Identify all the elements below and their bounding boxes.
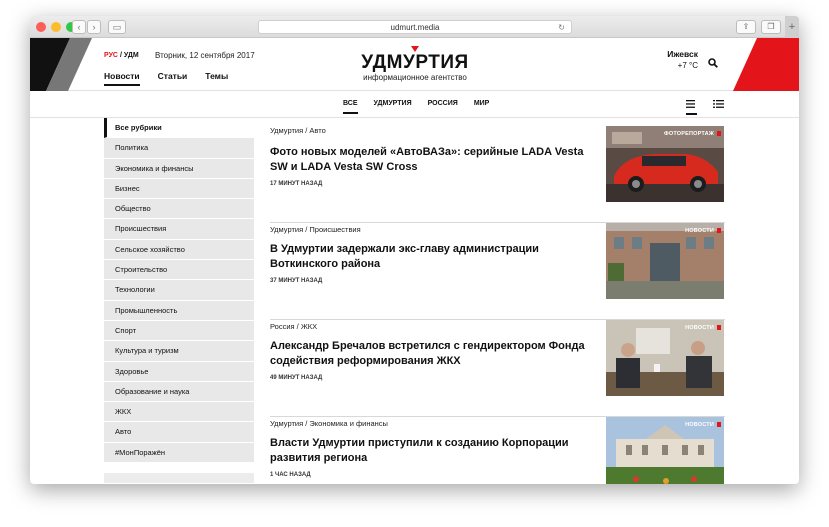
- weather-temperature: +7 °С: [677, 61, 698, 70]
- news-image[interactable]: ФОТОРЕПОРТАЖ: [606, 126, 724, 202]
- news-time: 17 МИНУТ НАЗАД: [270, 181, 323, 187]
- news-category[interactable]: Удмуртия / Происшествия: [270, 225, 361, 234]
- sidebar-widget-placeholder: [104, 473, 254, 484]
- badge-marker-icon: [717, 422, 721, 427]
- sidebar-item-economy[interactable]: Экономика и финансы: [104, 158, 254, 179]
- browser-toolbar: ‹ › ▭ udmurt.media ↻ ⇪ ❐ +: [30, 16, 799, 38]
- header-nav: Новости Статьи Темы: [104, 71, 228, 86]
- car-photo: [606, 126, 724, 202]
- region-tabs: ВСЕ УДМУРТИЯ РОССИЯ МИР: [343, 100, 489, 114]
- news-time: 1 ЧАС НАЗАД: [270, 472, 311, 478]
- news-card[interactable]: Удмуртия / Авто Фото новых моделей «Авто…: [270, 126, 725, 223]
- news-image[interactable]: НОВОСТИ: [606, 320, 724, 396]
- tab-world[interactable]: МИР: [474, 100, 490, 114]
- tab-all[interactable]: ВСЕ: [343, 100, 358, 114]
- news-title[interactable]: В Удмуртии задержали экс-главу администр…: [270, 242, 596, 272]
- chevron-right-icon: ›: [92, 22, 96, 32]
- sidebar-item-agriculture[interactable]: Сельское хозяйство: [104, 239, 254, 261]
- header-decoration-left: [30, 38, 92, 91]
- news-time: 49 МИНУТ НАЗАД: [270, 375, 323, 381]
- detailed-view-icon[interactable]: [713, 100, 724, 108]
- nav-topics[interactable]: Темы: [205, 71, 228, 86]
- image-badge: НОВОСТИ: [685, 422, 714, 428]
- news-title[interactable]: Александр Бречалов встретился с гендирек…: [270, 339, 596, 369]
- news-category[interactable]: Удмуртия / Экономика и финансы: [270, 419, 388, 428]
- sidebar-item-health[interactable]: Здоровье: [104, 361, 254, 382]
- news-card[interactable]: Удмуртия / Экономика и финансы Власти Уд…: [270, 417, 725, 484]
- search-icon[interactable]: [708, 58, 718, 68]
- image-badge: ФОТОРЕПОРТАЖ: [664, 131, 714, 137]
- new-tab-button[interactable]: +: [785, 16, 799, 38]
- news-card[interactable]: Удмуртия / Происшествия В Удмуртии задер…: [270, 223, 725, 320]
- news-category[interactable]: Россия / ЖКХ: [270, 322, 317, 331]
- sidebar-item-society[interactable]: Общество: [104, 199, 254, 220]
- share-button[interactable]: ⇪: [736, 20, 756, 34]
- sidebar-item-housing[interactable]: ЖКХ: [104, 402, 254, 423]
- sidebar-toggle-button[interactable]: ▭: [108, 20, 126, 34]
- sidebar-item-technology[interactable]: Технологии: [104, 280, 254, 301]
- share-icon: ⇪: [742, 22, 750, 31]
- sidebar-item-construction[interactable]: Строительство: [104, 260, 254, 281]
- badge-marker-icon: [717, 228, 721, 233]
- close-window-button[interactable]: [36, 22, 46, 32]
- back-button[interactable]: ‹: [72, 20, 86, 34]
- tab-udmurtia[interactable]: УДМУРТИЯ: [374, 100, 412, 114]
- window-controls: [36, 22, 76, 32]
- tabs-icon: ❐: [767, 22, 775, 31]
- chevron-left-icon: ‹: [77, 22, 81, 32]
- sidebar-icon: ▭: [112, 22, 122, 32]
- sidebar-item-education[interactable]: Образование и наука: [104, 381, 254, 403]
- badge-marker-icon: [717, 325, 721, 330]
- news-image[interactable]: НОВОСТИ: [606, 223, 724, 299]
- news-title[interactable]: Фото новых моделей «АвтоВАЗа»: серийные …: [270, 145, 596, 175]
- tabs-overview-button[interactable]: ❐: [761, 20, 781, 34]
- nav-articles[interactable]: Статьи: [158, 71, 188, 86]
- news-time: 37 МИНУТ НАЗАД: [270, 278, 323, 284]
- sidebar-item-industry[interactable]: Промышленность: [104, 300, 254, 321]
- weather-city: Ижевск: [667, 49, 698, 59]
- plus-icon: +: [788, 21, 796, 33]
- reload-icon[interactable]: ↻: [558, 21, 565, 34]
- list-view-active-indicator: [686, 113, 697, 115]
- image-badge: НОВОСТИ: [685, 325, 714, 331]
- minimize-window-button[interactable]: [51, 22, 61, 32]
- sidebar-item-business[interactable]: Бизнес: [104, 178, 254, 200]
- language-switch[interactable]: РУС / УДМ: [104, 52, 139, 59]
- tab-russia[interactable]: РОССИЯ: [428, 100, 458, 114]
- header-decoration-right: [733, 38, 799, 91]
- region-tabs-bar: ВСЕ УДМУРТИЯ РОССИЯ МИР: [30, 91, 799, 118]
- sidebar-item-politics[interactable]: Политика: [104, 138, 254, 159]
- site-logo[interactable]: УДМУРТИЯ информационное агентство: [350, 46, 480, 82]
- logo-title: УДМУРТИЯ: [361, 52, 469, 73]
- logo-subtitle: информационное агентство: [363, 73, 467, 82]
- badge-marker-icon: [717, 131, 721, 136]
- lang-rus-link[interactable]: РУС: [104, 52, 118, 59]
- sidebar-item-all[interactable]: Все рубрики: [104, 118, 254, 139]
- image-badge: НОВОСТИ: [685, 228, 714, 234]
- sidebar-item-monporazhen[interactable]: #МонПоражён: [104, 442, 254, 464]
- lang-udm-link[interactable]: УДМ: [124, 52, 139, 59]
- news-image[interactable]: НОВОСТИ: [606, 417, 724, 484]
- sidebar-item-sport[interactable]: Спорт: [104, 320, 254, 342]
- url-text: udmurt.media: [390, 23, 440, 32]
- category-sidebar: Все рубрики Политика Экономика и финансы…: [104, 118, 254, 484]
- news-category[interactable]: Удмуртия / Авто: [270, 126, 326, 135]
- current-date: Вторник, 12 сентября 2017: [155, 51, 255, 60]
- site-header: РУС / УДМ Вторник, 12 сентября 2017 Ново…: [30, 38, 799, 91]
- nav-news[interactable]: Новости: [104, 71, 140, 86]
- news-feed: Удмуртия / Авто Фото новых моделей «Авто…: [270, 126, 725, 484]
- forward-button[interactable]: ›: [87, 20, 101, 34]
- address-bar[interactable]: udmurt.media ↻: [258, 20, 572, 34]
- news-title[interactable]: Власти Удмуртии приступили к созданию Ко…: [270, 436, 596, 466]
- sidebar-item-culture[interactable]: Культура и туризм: [104, 341, 254, 362]
- sidebar-item-incidents[interactable]: Происшествия: [104, 219, 254, 240]
- sidebar-item-auto[interactable]: Авто: [104, 422, 254, 443]
- news-card[interactable]: Россия / ЖКХ Александр Бречалов встретил…: [270, 320, 725, 417]
- building-photo: [606, 223, 724, 299]
- list-view-icon[interactable]: [686, 100, 695, 108]
- meeting-photo: [606, 320, 724, 396]
- browser-window: ‹ › ▭ udmurt.media ↻ ⇪ ❐ + РУС / УДМ Вто…: [30, 16, 799, 484]
